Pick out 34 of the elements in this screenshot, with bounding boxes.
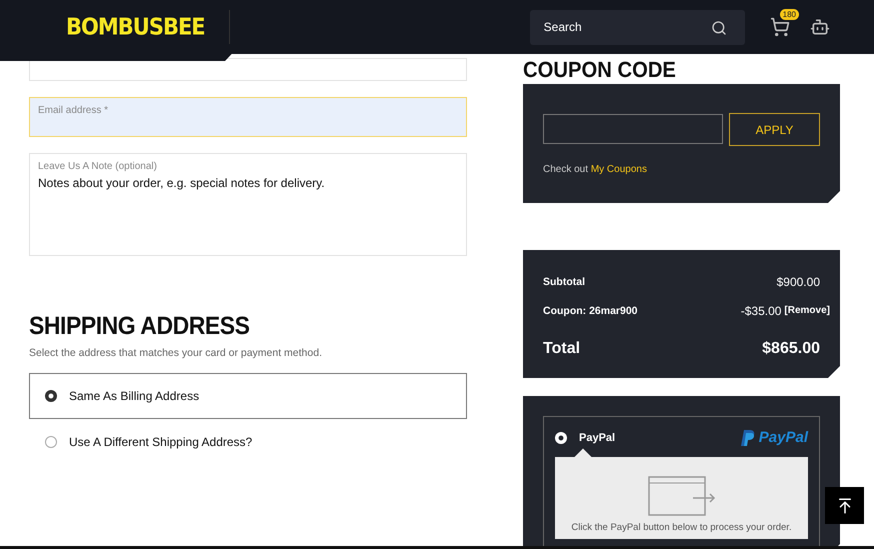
total-label: Subtotal [543,276,585,288]
payment-label: PayPal [579,432,616,444]
section-title: COUPON CODE [523,58,677,82]
note-field[interactable]: Leave Us A Note (optional) Notes about your order, e.g. special notes for delivery. [29,153,467,256]
browser-window-icon [648,476,716,516]
search-icon[interactable] [710,20,727,36]
address-option[interactable]: Use A Different Shipping Address? [29,419,467,465]
scroll-top-button[interactable] [825,487,864,524]
radio-button[interactable] [555,432,567,444]
paypal-icon [740,430,755,446]
section-subtitle: Select the address that matches your card or payment method. [29,347,323,359]
search-field[interactable]: Search [530,10,745,44]
cart-icon[interactable] [770,17,790,37]
remove-link[interactable]: [Remove] [784,305,830,316]
coupons-link[interactable]: My Coupons [590,164,647,175]
total-value: -$35.00 [740,304,782,318]
coupon-field[interactable] [543,114,723,144]
cart-count: 180 [780,9,799,20]
payment-description: Click the PayPal button below to process your order. [571,522,792,533]
total-label: Coupon: 26mar900 [543,304,638,316]
section-title: SHIPPING ADDRESS [29,312,251,341]
radio-button[interactable] [45,390,57,402]
input-field[interactable] [29,58,467,81]
address-option[interactable]: Same As Billing Address [29,373,467,419]
apply-button[interactable]: APPLY [729,113,820,146]
paypal-logo: PayPal [758,429,808,446]
total-value: $900.00 [776,274,820,288]
logo[interactable]: BOMBUSBEE [66,14,205,40]
robot-icon[interactable] [810,17,830,37]
coupon-note: Check out My Coupons [543,164,648,175]
total-label: Total [543,340,580,358]
radio-button[interactable] [45,436,57,448]
total-value: $865.00 [762,340,820,358]
note-input[interactable]: Notes about your order, e.g. special notes for delivery. [38,176,458,248]
